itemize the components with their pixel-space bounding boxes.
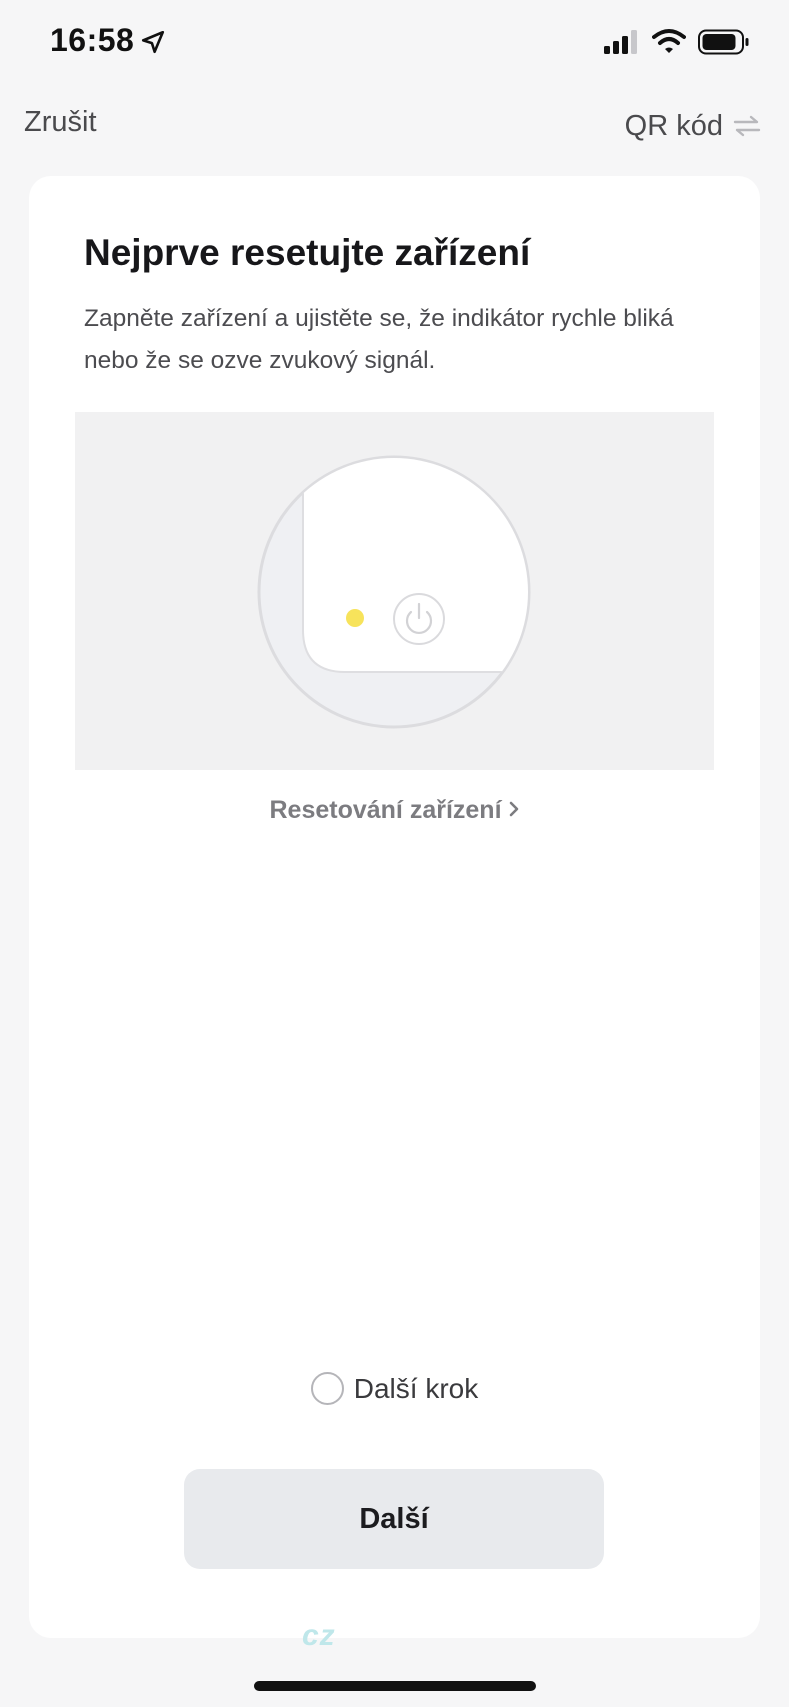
cellular-signal-icon — [604, 30, 637, 54]
reset-device-link-label: Resetování zařízení — [269, 796, 502, 824]
qr-code-button[interactable]: QR kód — [625, 106, 761, 146]
watermark: cz — [302, 1619, 336, 1652]
location-arrow-icon — [141, 30, 165, 54]
status-bar: 16:58 — [0, 0, 789, 90]
device-illustration-graphic — [257, 455, 531, 729]
reset-instructions-card: Nejprve resetujte zařízení Zapněte zaříz… — [29, 176, 760, 1638]
instruction-text: Zapněte zařízení a ujistěte se, že indik… — [84, 305, 674, 374]
device-illustration — [75, 412, 714, 770]
swap-arrows-icon — [733, 115, 761, 137]
reset-device-link[interactable]: Resetování zařízení — [29, 796, 760, 825]
device-body — [302, 458, 528, 673]
status-time: 16:58 — [50, 22, 135, 58]
wifi-icon — [652, 29, 686, 53]
chevron-right-icon — [509, 801, 518, 817]
battery-icon — [698, 29, 749, 55]
cancel-button[interactable]: Zrušit — [24, 106, 97, 139]
next-button[interactable]: Další — [184, 1469, 604, 1569]
next-step-option[interactable]: Další krok — [29, 1372, 760, 1405]
next-step-label: Další krok — [353, 1372, 479, 1404]
page-title: Nejprve resetujte zařízení — [84, 232, 531, 273]
qr-code-label: QR kód — [624, 109, 723, 142]
home-indicator[interactable] — [254, 1681, 536, 1691]
next-step-radio[interactable] — [310, 1372, 344, 1405]
indicator-light — [346, 609, 364, 627]
screen: 16:58 Zrušit QR kód Nejprve resetujte za… — [0, 0, 789, 1707]
